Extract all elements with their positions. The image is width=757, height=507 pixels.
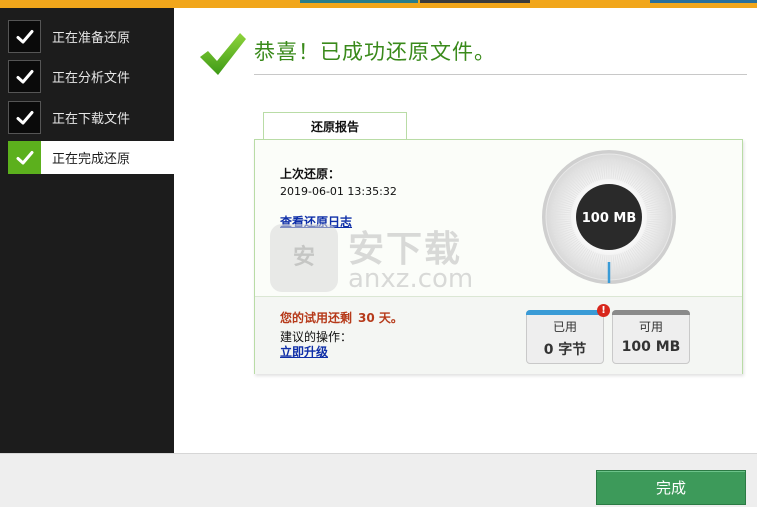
available-bar — [612, 310, 690, 315]
storage-gauge: 100 MB — [542, 150, 676, 284]
available-space-card: 可用 100 MB — [612, 310, 690, 364]
step-label: 正在下载文件 — [52, 112, 131, 127]
check-icon — [8, 20, 41, 53]
trial-days: 30 天。 — [358, 311, 403, 325]
watermark-shield-icon: 安 — [270, 224, 338, 292]
page-title: 恭喜！已成功还原文件。 — [254, 40, 496, 64]
top-strip-segment — [300, 0, 418, 3]
step-prepare: 正在准备还原 — [8, 20, 174, 53]
check-icon — [8, 60, 41, 93]
large-check-icon — [200, 33, 246, 75]
available-value: 100 MB — [621, 339, 681, 355]
top-strip — [0, 0, 757, 8]
check-icon — [8, 101, 41, 134]
progress-sidebar: 正在准备还原 正在分析文件 正在下载文件 正在完成还原 — [0, 8, 174, 453]
last-restore-label: 上次还原： — [280, 167, 341, 181]
upgrade-now-link[interactable]: 立即升级 — [280, 343, 328, 360]
available-caption: 可用 — [638, 320, 663, 334]
trial-prefix: 您的试用还剩 — [280, 311, 353, 325]
finish-label: 完成 — [655, 479, 686, 497]
step-analyze: 正在分析文件 — [8, 60, 174, 93]
used-space-card: ! 已用 0 字节 — [526, 304, 610, 364]
step-download: 正在下载文件 — [8, 101, 174, 134]
last-restore-date: 2019-06-01 13:35:32 — [280, 185, 397, 198]
trial-remaining: 您的试用还剩 30 天。 — [280, 309, 403, 326]
step-label: 正在分析文件 — [52, 71, 131, 86]
tab-restore-report[interactable]: 还原报告 — [263, 112, 407, 139]
gauge-value: 100 MB — [582, 211, 637, 226]
watermark-text-en: anxz.com — [348, 264, 474, 294]
used-value: 0 字节 — [543, 342, 587, 358]
step-label: 正在完成还原 — [52, 152, 131, 167]
title-divider — [254, 74, 747, 75]
button-highlight — [597, 471, 745, 472]
step-label: 正在准备还原 — [52, 31, 131, 46]
used-bar — [526, 310, 604, 315]
step-finish: 正在完成还原 — [8, 141, 174, 174]
used-caption: 已用 — [552, 320, 577, 334]
check-icon — [8, 141, 41, 174]
watermark-badge: 安 — [292, 245, 315, 270]
alert-icon: ! — [597, 304, 610, 317]
top-strip-segment — [650, 0, 757, 3]
top-strip-segment — [420, 0, 530, 3]
watermark: 安 安下载 anxz.com — [270, 222, 486, 294]
finish-button[interactable]: 完成 — [596, 470, 746, 505]
